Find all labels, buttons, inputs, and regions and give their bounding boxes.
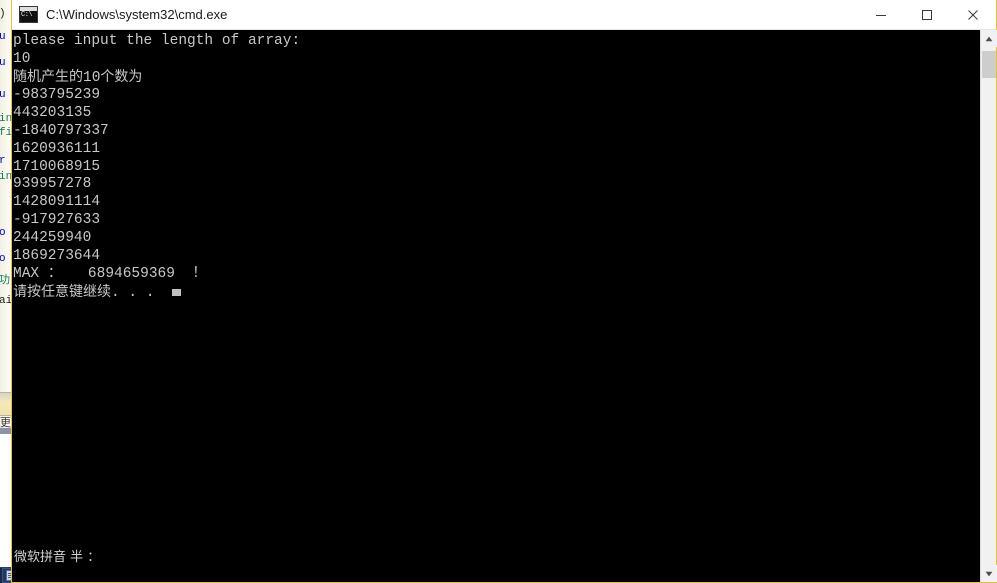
console-line: 10 — [13, 50, 31, 67]
console-line: 1620936111 — [13, 140, 101, 157]
window-title: C:\Windows\system32\cmd.exe — [46, 7, 228, 22]
console-line: please input the length of array: — [13, 33, 301, 49]
console-line: 244259940 — [13, 229, 92, 246]
cmd-window[interactable]: C:\ C:\Windows\system32\cmd.exe please i… — [11, 0, 997, 583]
console-line: 939957278 — [13, 176, 92, 193]
window-controls[interactable] — [858, 0, 996, 30]
icon-prompt-glyph: C:\ — [21, 11, 33, 19]
console-line: 请按任意键继续. . . — [13, 284, 300, 303]
title-bar[interactable]: C:\ C:\Windows\system32\cmd.exe — [12, 0, 996, 30]
console-line: 1869273644 — [13, 247, 101, 264]
scroll-down-arrow-icon[interactable] — [981, 565, 997, 582]
console-line: -917927633 — [13, 211, 101, 228]
scroll-up-arrow-icon[interactable] — [981, 30, 997, 47]
minimize-button[interactable] — [858, 0, 904, 30]
console-text: please input the length of array: 10 随机产生的… — [12, 33, 300, 303]
ime-status-text: 微软拼音 半 ： — [14, 550, 101, 565]
console-line: 1710068915 — [13, 158, 101, 175]
console-line: -983795239 — [13, 87, 101, 104]
block-cursor — [171, 289, 181, 297]
scrollbar-thumb[interactable] — [982, 51, 996, 78]
console-output-area[interactable]: please input the length of array: 10 随机产生的… — [12, 30, 996, 582]
console-line: MAX ： 6894659369 ！ — [13, 265, 207, 283]
cmd-console-icon: C:\ — [19, 6, 38, 23]
scrollbar-track[interactable] — [981, 47, 996, 565]
console-line: 1428091114 — [13, 194, 101, 211]
console-line: 随机产生的10个数为 — [13, 68, 143, 86]
console-scrollbar[interactable] — [980, 30, 997, 582]
maximize-button[interactable] — [904, 0, 950, 30]
close-button[interactable] — [950, 0, 996, 30]
console-line: -1840797337 — [13, 122, 109, 139]
console-line: 443203135 — [13, 105, 92, 122]
